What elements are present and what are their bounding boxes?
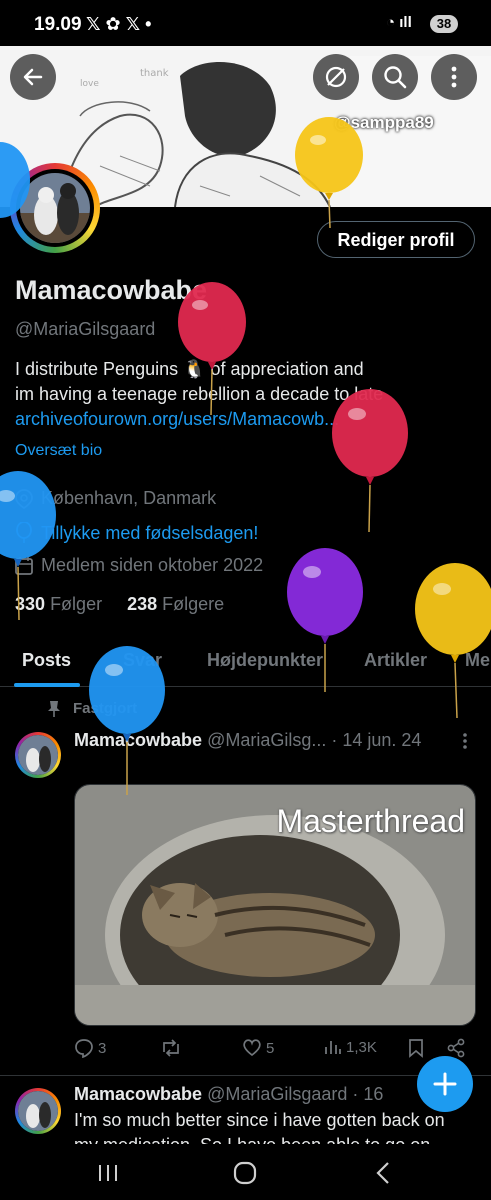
home-circle-icon (233, 1161, 257, 1185)
compose-post-button[interactable] (417, 1056, 473, 1112)
balloon (415, 563, 491, 719)
balloon (287, 548, 363, 692)
balloon (0, 471, 56, 621)
back-nav-button[interactable] (372, 1160, 394, 1191)
plus-icon (433, 1072, 457, 1096)
birthday-balloons-overlay (0, 117, 491, 795)
recent-apps-icon (99, 1165, 117, 1181)
balloon (332, 389, 408, 533)
balloon (295, 117, 363, 229)
balloon (0, 142, 30, 218)
chevron-left-icon (376, 1162, 389, 1184)
recent-apps-button[interactable] (97, 1162, 119, 1189)
system-navigation-bar (0, 1144, 491, 1200)
balloon (178, 282, 246, 416)
home-button[interactable] (232, 1160, 258, 1191)
balloon (89, 646, 165, 795)
